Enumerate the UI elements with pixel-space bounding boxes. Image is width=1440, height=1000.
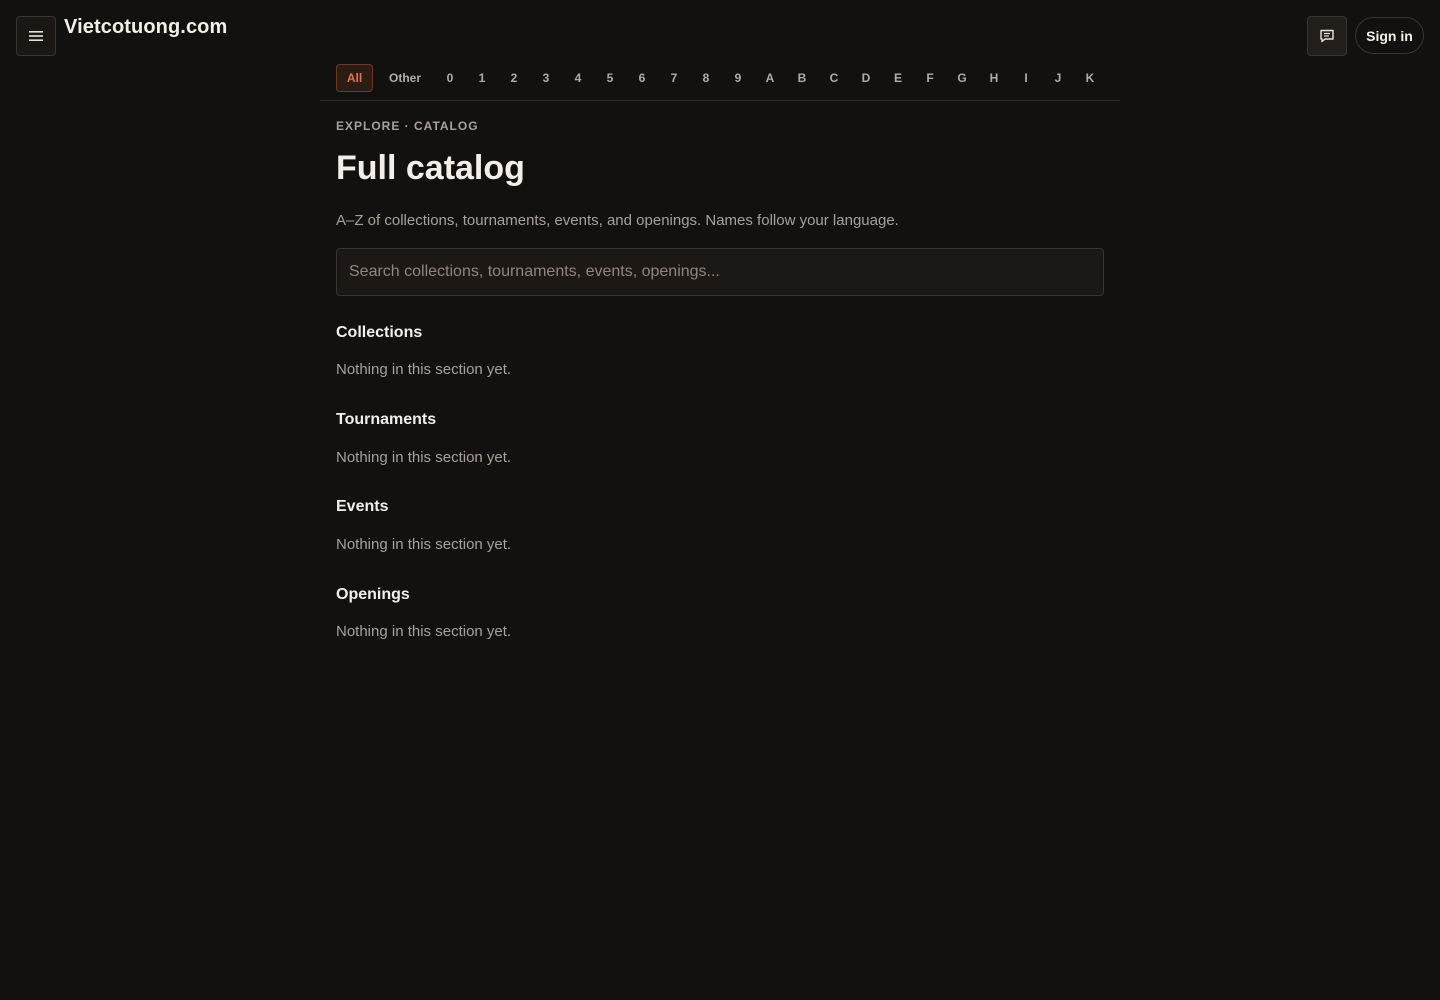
section-heading-events: Events — [336, 498, 389, 515]
catalog-search-input[interactable] — [336, 248, 1104, 296]
section-heading-openings: Openings — [336, 586, 410, 603]
filter-6[interactable]: 6 — [631, 64, 653, 92]
filter-5[interactable]: 5 — [599, 64, 621, 92]
hamburger-icon — [29, 31, 43, 41]
filter-e[interactable]: E — [887, 64, 909, 92]
filter-h[interactable]: H — [983, 64, 1005, 92]
page-subtitle: A–Z of collections, tournaments, events,… — [336, 212, 899, 229]
filter-3[interactable]: 3 — [535, 64, 557, 92]
section-empty-events: Nothing in this section yet. — [336, 536, 512, 553]
alphabet-filter-bar: All Other 0 1 2 3 4 5 6 7 8 9 A B C D E … — [320, 64, 1120, 101]
filter-c[interactable]: C — [823, 64, 845, 92]
filter-7[interactable]: 7 — [663, 64, 685, 92]
filter-d[interactable]: D — [855, 64, 877, 92]
section-heading-collections: Collections — [336, 324, 423, 341]
filter-f[interactable]: F — [919, 64, 941, 92]
filter-g[interactable]: G — [951, 64, 973, 92]
filter-0[interactable]: 0 — [439, 64, 461, 92]
filter-j[interactable]: J — [1047, 64, 1069, 92]
site-logo[interactable]: Vietcotuong.com — [64, 16, 227, 39]
filter-a[interactable]: A — [759, 64, 781, 92]
filter-1[interactable]: 1 — [471, 64, 493, 92]
sign-in-button[interactable]: Sign in — [1355, 17, 1424, 54]
section-empty-openings: Nothing in this section yet. — [336, 623, 512, 640]
chat-button[interactable] — [1307, 16, 1347, 56]
section-empty-collections: Nothing in this section yet. — [336, 361, 512, 378]
filter-k[interactable]: K — [1079, 64, 1101, 92]
filter-b[interactable]: B — [791, 64, 813, 92]
section-heading-tournaments: Tournaments — [336, 411, 437, 428]
page-title: Full catalog — [336, 149, 525, 187]
filter-4[interactable]: 4 — [567, 64, 589, 92]
section-empty-tournaments: Nothing in this section yet. — [336, 449, 512, 466]
filter-8[interactable]: 8 — [695, 64, 717, 92]
filter-2[interactable]: 2 — [503, 64, 525, 92]
breadcrumb: EXPLORE · CATALOG — [336, 119, 479, 133]
filter-9[interactable]: 9 — [727, 64, 749, 92]
menu-button[interactable] — [16, 16, 56, 56]
chat-icon — [1320, 29, 1334, 43]
filter-all[interactable]: All — [336, 64, 373, 92]
filter-i[interactable]: I — [1015, 64, 1037, 92]
filter-other[interactable]: Other — [381, 64, 429, 92]
